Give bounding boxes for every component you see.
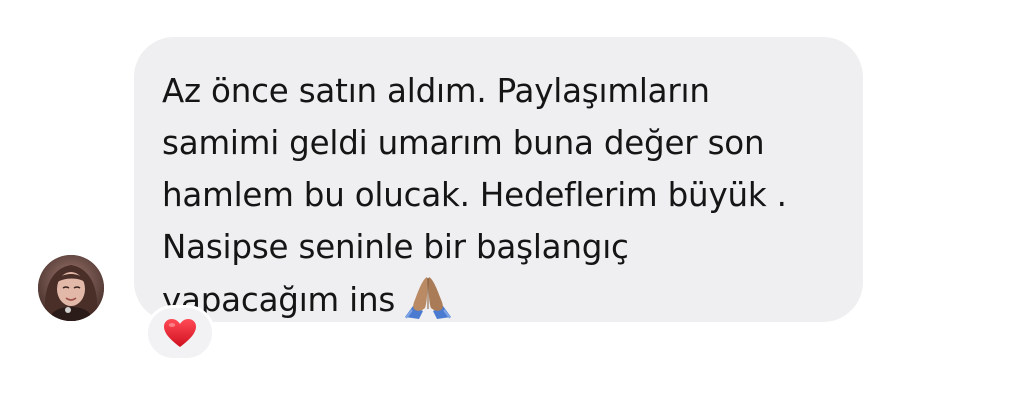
message-body: Az önce satın aldım. Paylaşımların samim… [162,72,787,319]
red-heart-icon [164,319,196,347]
folded-hands-icon [403,273,453,334]
reaction-badge[interactable] [145,305,215,361]
sender-avatar[interactable] [38,255,104,321]
message-text: Az önce satın aldım. Paylaşımların samim… [162,65,839,334]
message-bubble[interactable]: Az önce satın aldım. Paylaşımların samim… [134,37,863,322]
avatar-photo [38,255,104,321]
